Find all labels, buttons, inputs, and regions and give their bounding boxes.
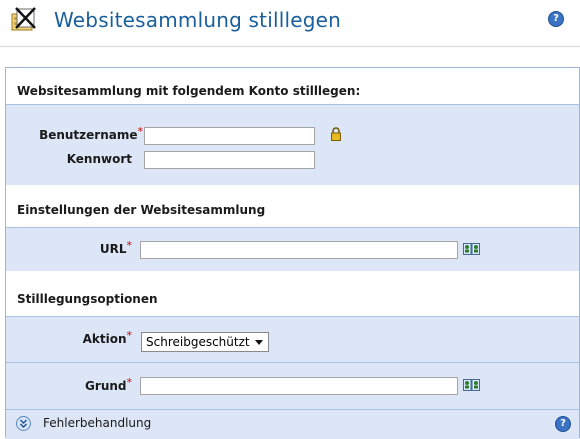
expand-chevron-icon[interactable] bbox=[16, 416, 31, 431]
action-label: Aktion* bbox=[82, 329, 133, 346]
lock-icon bbox=[331, 127, 341, 141]
required-marker: * bbox=[137, 125, 144, 138]
error-handling-label: Fehlerbehandlung bbox=[43, 416, 152, 430]
help-icon: ? bbox=[548, 11, 564, 27]
address-book-icon[interactable] bbox=[463, 243, 480, 255]
url-input[interactable] bbox=[140, 241, 458, 259]
reason-input[interactable] bbox=[140, 377, 458, 395]
required-marker: * bbox=[126, 239, 133, 252]
required-marker: * bbox=[126, 376, 133, 389]
reason-label: Grund* bbox=[85, 376, 133, 393]
action-select-value: Schreibgeschützt bbox=[146, 335, 250, 349]
divider bbox=[6, 362, 579, 363]
section-account-header: Websitesammlung mit folgendem Konto stil… bbox=[6, 68, 579, 104]
required-marker: * bbox=[126, 329, 133, 342]
section-options-body: Aktion* Schreibgeschützt Grund* bbox=[6, 316, 579, 410]
username-input[interactable] bbox=[144, 127, 315, 145]
help-button[interactable]: ? bbox=[548, 11, 564, 27]
error-handling-expander[interactable]: Fehlerbehandlung ? bbox=[6, 409, 579, 439]
address-book-icon[interactable] bbox=[463, 379, 480, 391]
url-label: URL* bbox=[99, 239, 133, 256]
error-handling-help-button[interactable]: ? bbox=[555, 416, 571, 432]
page-title: Websitesammlung stilllegen bbox=[54, 8, 341, 32]
section-settings-body: URL* bbox=[6, 227, 579, 272]
action-select[interactable]: Schreibgeschützt bbox=[141, 332, 269, 352]
section-options-heading: Stilllegungsoptionen bbox=[17, 292, 158, 306]
form-panel: Websitesammlung mit folgendem Konto stil… bbox=[5, 67, 580, 439]
section-settings-heading: Einstellungen der Websitesammlung bbox=[17, 203, 266, 217]
page-header: Websitesammlung stilllegen ? bbox=[0, 0, 580, 47]
password-label: Kennwort bbox=[66, 152, 132, 166]
section-settings-header: Einstellungen der Websitesammlung bbox=[6, 185, 579, 227]
retire-site-icon bbox=[11, 7, 36, 31]
section-account-heading: Websitesammlung mit folgendem Konto stil… bbox=[17, 84, 361, 98]
section-options-header: Stilllegungsoptionen bbox=[6, 271, 579, 316]
dropdown-arrow-icon bbox=[255, 340, 263, 345]
help-icon: ? bbox=[555, 416, 571, 432]
username-label: Benutzername* bbox=[39, 125, 144, 142]
password-input[interactable] bbox=[144, 151, 315, 169]
section-account-body: Benutzername* Kennwort bbox=[6, 104, 579, 186]
